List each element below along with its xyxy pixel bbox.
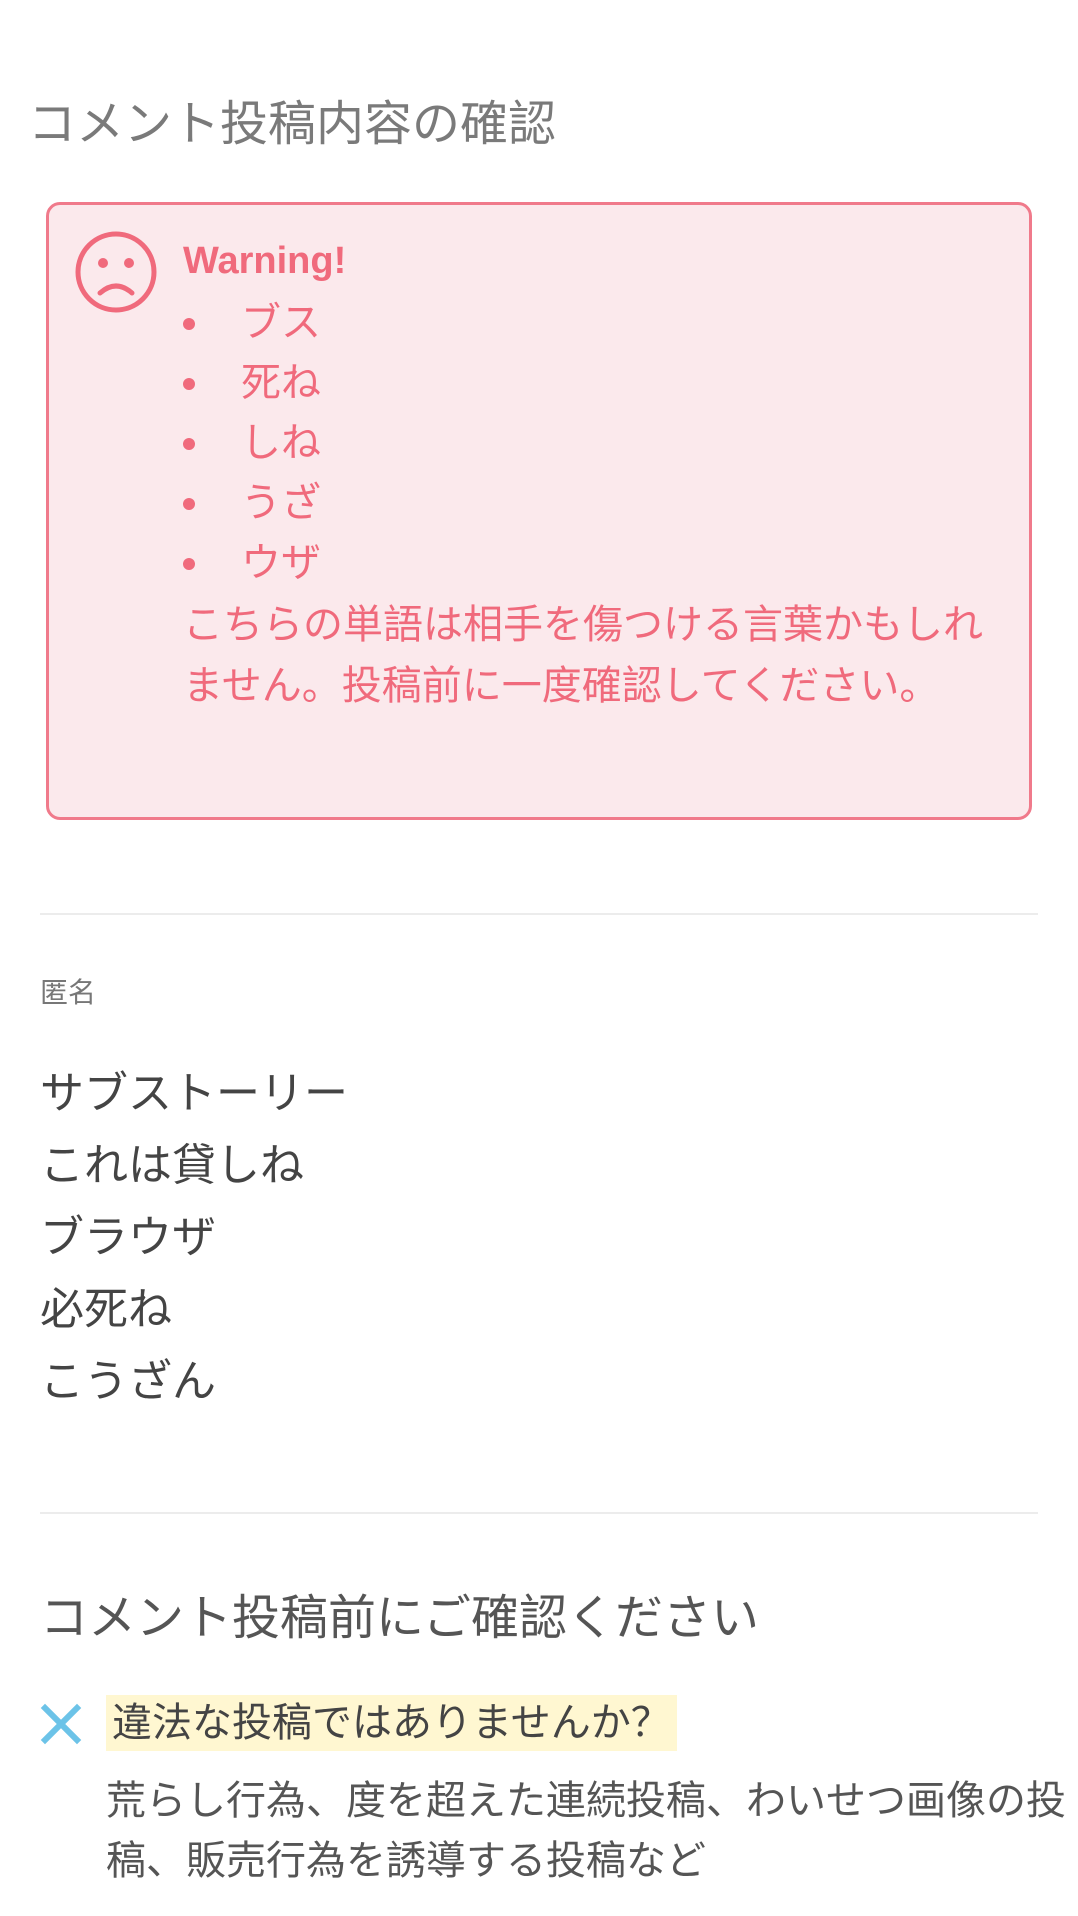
check-description: 荒らし行為、度を超えた連続投稿、わいせつ画像の投稿、販売行為を誘導する投稿など bbox=[106, 1778, 1066, 1884]
flagged-word: ブス bbox=[183, 293, 993, 353]
warning-message: こちらの単語は相手を傷つける言葉かもしれません。投稿前に一度確認してください。 bbox=[183, 602, 983, 709]
check-question: 違法な投稿ではありませんか？ bbox=[106, 1695, 677, 1751]
comment-line: これは貸しね bbox=[40, 1140, 304, 1191]
page-title: コメント投稿内容の確認 bbox=[28, 96, 557, 152]
comment-confirm-page: { "page": { "title": "コメント投稿内容の確認" }, "w… bbox=[0, 0, 1078, 1916]
comment-body: サブストーリー これは貸しね ブラウザ 必死ね こうざん bbox=[40, 1058, 348, 1418]
notice-title: コメント投稿前にご確認ください bbox=[40, 1590, 760, 1646]
comment-line: ブラウザ bbox=[40, 1212, 216, 1263]
sad-face-icon bbox=[75, 231, 157, 313]
comment-line: こうざん bbox=[40, 1356, 216, 1407]
flagged-word: しね bbox=[183, 413, 993, 473]
flagged-word-list: ブス 死ね しね うざ ウザ bbox=[183, 293, 993, 593]
warning-alert: Warning! ブス 死ね しね うざ ウザ こちらの単語は相手を傷つける言葉… bbox=[46, 202, 1032, 820]
flagged-word: 死ね bbox=[183, 353, 993, 413]
comment-author: 匿名 bbox=[40, 976, 97, 1009]
flagged-word: ウザ bbox=[183, 533, 993, 593]
divider bbox=[40, 913, 1038, 915]
flagged-word: うざ bbox=[183, 473, 993, 533]
warning-content: Warning! ブス 死ね しね うざ ウザ こちらの単語は相手を傷つける言葉… bbox=[183, 233, 993, 717]
divider bbox=[40, 1512, 1038, 1514]
comment-line: サブストーリー bbox=[40, 1068, 348, 1119]
comment-line: 必死ね bbox=[40, 1284, 172, 1335]
check-item: 違法な投稿ではありませんか？ bbox=[40, 1695, 1040, 1755]
warning-heading: Warning! bbox=[183, 240, 347, 282]
cross-icon bbox=[40, 1703, 82, 1745]
